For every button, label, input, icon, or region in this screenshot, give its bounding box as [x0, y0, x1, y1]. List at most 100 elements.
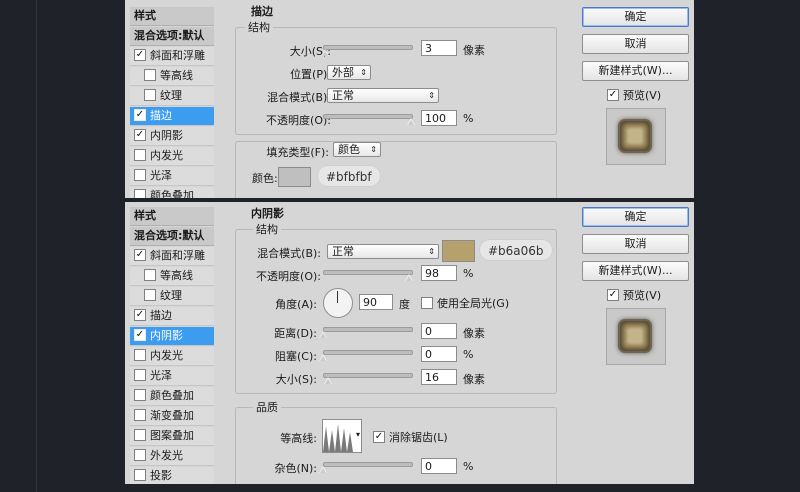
style-item[interactable]: 纹理 — [130, 87, 214, 106]
blend-options-item[interactable]: 混合选项:默认 — [130, 227, 214, 246]
style-item[interactable]: 光泽 — [130, 167, 214, 186]
style-item[interactable]: 渐变叠加 — [130, 407, 214, 426]
fill-type-value: 颜色 — [338, 143, 360, 156]
style-item-checkbox[interactable] — [134, 449, 146, 461]
size-slider-thumb[interactable] — [324, 377, 333, 384]
ok-button[interactable]: 确定 — [582, 7, 689, 27]
cancel-button[interactable]: 取消 — [582, 234, 689, 254]
global-light-toggle[interactable]: 使用全局光(G) — [417, 295, 509, 311]
opacity-slider-track[interactable] — [323, 270, 413, 275]
style-item[interactable]: ✓ 内阴影 — [130, 327, 214, 346]
angle-label: 角度(A): — [275, 298, 317, 311]
preview-checkbox[interactable]: ✓ — [607, 89, 619, 101]
opacity-input[interactable]: 98 — [421, 265, 457, 281]
structure-title: 结构 — [253, 221, 281, 237]
style-item-checkbox[interactable] — [134, 389, 146, 401]
preview-toggle[interactable]: ✓ 预览(V) — [603, 287, 661, 303]
distance-label: 距离(D): — [274, 327, 317, 340]
style-item[interactable]: 等高线 — [130, 67, 214, 86]
style-item[interactable]: ✓ 斜面和浮雕 — [130, 247, 214, 266]
style-item[interactable]: 投影 — [130, 467, 214, 484]
style-item[interactable]: 纹理 — [130, 287, 214, 306]
contour-picker[interactable]: ▾ — [322, 419, 362, 453]
style-item[interactable]: ✓ 斜面和浮雕 — [130, 47, 214, 66]
cancel-button[interactable]: 取消 — [582, 34, 689, 54]
blend-mode-select[interactable]: 正常 ⇕ — [327, 244, 439, 259]
global-light-checkbox[interactable] — [421, 297, 433, 309]
style-item-checkbox[interactable] — [134, 429, 146, 441]
angle-dial[interactable] — [323, 288, 353, 318]
noise-slider-track[interactable] — [323, 462, 413, 467]
opacity-slider-track[interactable] — [323, 114, 413, 119]
style-item-checkbox[interactable] — [144, 69, 156, 81]
noise-slider-thumb[interactable] — [319, 466, 327, 473]
style-item[interactable]: 颜色叠加 — [130, 187, 214, 198]
style-item-checkbox[interactable]: ✓ — [134, 309, 146, 321]
style-item-checkbox[interactable] — [144, 289, 156, 301]
style-item-checkbox[interactable] — [134, 409, 146, 421]
choke-input[interactable]: 0 — [421, 346, 457, 362]
distance-slider-thumb[interactable] — [319, 331, 327, 338]
section-title: 描边 — [251, 5, 273, 18]
backdrop-divider — [36, 0, 37, 492]
opacity-slider-thumb[interactable] — [407, 118, 415, 125]
blend-options-item[interactable]: 混合选项:默认 — [130, 27, 214, 46]
style-item-checkbox[interactable]: ✓ — [134, 49, 146, 61]
antialias-checkbox[interactable]: ✓ — [373, 431, 385, 443]
opacity-slider-thumb[interactable] — [405, 274, 414, 281]
blend-mode-value: 正常 — [332, 245, 354, 258]
preview-checkbox[interactable]: ✓ — [607, 289, 619, 301]
style-item-checkbox[interactable] — [134, 169, 146, 181]
angle-input[interactable]: 90 — [359, 294, 393, 310]
style-item[interactable]: 内发光 — [130, 347, 214, 366]
style-item-checkbox[interactable] — [144, 89, 156, 101]
style-item-checkbox[interactable]: ✓ — [134, 129, 146, 141]
style-item[interactable]: 颜色叠加 — [130, 387, 214, 406]
antialias-toggle[interactable]: ✓ 消除锯齿(L) — [369, 429, 448, 445]
style-item[interactable]: 内发光 — [130, 147, 214, 166]
style-item-label: 投影 — [150, 469, 172, 482]
style-item[interactable]: ✓ 描边 — [130, 107, 214, 126]
size-slider-thumb[interactable] — [320, 49, 329, 56]
style-item-checkbox[interactable]: ✓ — [134, 329, 146, 341]
style-item[interactable]: 光泽 — [130, 367, 214, 386]
new-style-button[interactable]: 新建样式(W)... — [582, 261, 689, 281]
preview-toggle[interactable]: ✓ 预览(V) — [603, 87, 661, 103]
style-item[interactable]: 等高线 — [130, 267, 214, 286]
style-item-checkbox[interactable]: ✓ — [134, 109, 146, 121]
style-item[interactable]: ✓ 描边 — [130, 307, 214, 326]
opacity-input[interactable]: 100 — [421, 110, 457, 126]
shadow-color-hex: #b6a06b — [479, 239, 553, 261]
style-item[interactable]: ✓ 内阴影 — [130, 127, 214, 146]
shadow-color-swatch[interactable] — [442, 240, 475, 262]
style-item[interactable]: 外发光 — [130, 447, 214, 466]
position-select[interactable]: 外部 ⇕ — [327, 65, 371, 80]
ok-button[interactable]: 确定 — [582, 207, 689, 227]
noise-input[interactable]: 0 — [421, 458, 457, 474]
stroke-color-swatch[interactable] — [278, 167, 311, 187]
size-input[interactable]: 16 — [421, 369, 457, 385]
styles-header[interactable]: 样式 — [130, 7, 214, 26]
styles-header[interactable]: 样式 — [130, 207, 214, 226]
choke-slider-thumb[interactable] — [319, 354, 327, 361]
style-item-checkbox[interactable] — [134, 469, 146, 481]
choke-slider-track[interactable] — [323, 350, 413, 355]
distance-input[interactable]: 0 — [421, 323, 457, 339]
opacity-unit: % — [463, 267, 474, 280]
blend-mode-select[interactable]: 正常 ⇕ — [327, 88, 439, 103]
size-input[interactable]: 3 — [421, 40, 457, 56]
style-item[interactable]: 图案叠加 — [130, 427, 214, 446]
size-slider-track[interactable] — [323, 45, 413, 50]
style-item-checkbox[interactable] — [134, 369, 146, 381]
size-slider-track[interactable] — [323, 373, 413, 378]
style-item-checkbox[interactable] — [134, 349, 146, 361]
new-style-button[interactable]: 新建样式(W)... — [582, 61, 689, 81]
contour-curve-icon — [323, 420, 353, 452]
distance-slider-track[interactable] — [323, 327, 413, 332]
size-label: 大小(S): — [289, 45, 331, 58]
style-item-checkbox[interactable] — [144, 269, 156, 281]
style-item-checkbox[interactable]: ✓ — [134, 249, 146, 261]
style-item-checkbox[interactable] — [134, 149, 146, 161]
style-item-checkbox[interactable] — [134, 189, 146, 198]
fill-type-select[interactable]: 颜色 ⇕ — [333, 142, 381, 157]
